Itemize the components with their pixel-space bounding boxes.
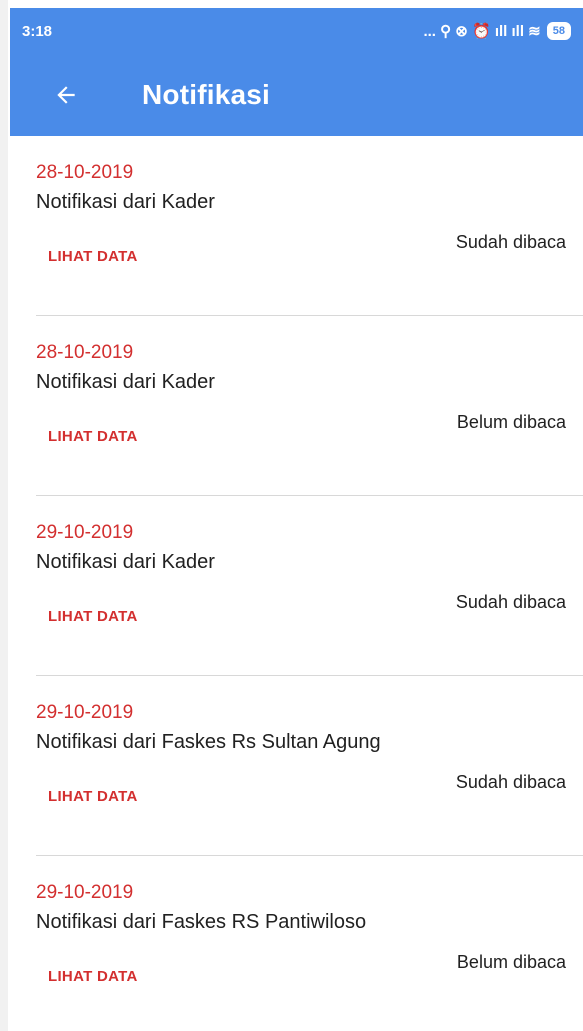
read-status: Belum dibaca: [456, 952, 566, 972]
notification-list: 28-10-2019 Notifikasi dari Kader LIHAT D…: [0, 136, 583, 1031]
page-title: Notifikasi: [142, 79, 271, 110]
lihat-data-button[interactable]: LIHAT DATA: [48, 788, 138, 805]
status-bar: 3:18 ... ⚲ ⊗ ⏰ ıll ıll ≋ 58: [10, 8, 583, 54]
status-icons: ... ⚲ ⊗ ⏰ ıll ıll ≋ 58: [423, 22, 571, 40]
list-item[interactable]: 29-10-2019 Notifikasi dari Kader LIHAT D…: [36, 496, 583, 676]
item-date: 29-10-2019: [36, 882, 134, 903]
list-item[interactable]: 29-10-2019 Notifikasi dari Faskes Rs Sul…: [36, 676, 583, 856]
arrow-left-icon: [57, 86, 75, 104]
list-item[interactable]: 28-10-2019 Notifikasi dari Kader LIHAT D…: [36, 316, 583, 496]
item-date: 29-10-2019: [36, 522, 134, 543]
read-status: Belum dibaca: [456, 412, 566, 432]
lihat-data-button[interactable]: LIHAT DATA: [48, 968, 138, 985]
lihat-data-button[interactable]: LIHAT DATA: [48, 248, 138, 265]
lihat-data-button[interactable]: LIHAT DATA: [48, 608, 138, 625]
list-item[interactable]: 29-10-2019 Notifikasi dari Faskes RS Pan…: [36, 856, 583, 1031]
item-date: 28-10-2019: [36, 162, 134, 183]
status-time: 3:18: [22, 22, 53, 40]
page: 3:18 ... ⚲ ⊗ ⏰ ıll ıll ≋ 58 Notifikasi 2…: [0, 0, 583, 1031]
item-title: Notifikasi dari Kader: [36, 551, 215, 573]
item-title: Notifikasi dari Faskes RS Pantiwiloso: [36, 911, 367, 933]
item-date: 28-10-2019: [36, 342, 134, 363]
item-title: Notifikasi dari Kader: [36, 371, 215, 393]
item-title: Notifikasi dari Faskes Rs Sultan Agung: [36, 731, 381, 753]
toolbar: Notifikasi: [10, 54, 583, 136]
app-bar: 3:18 ... ⚲ ⊗ ⏰ ıll ıll ≋ 58 Notifikasi: [10, 8, 583, 136]
battery-icon: 58: [546, 22, 571, 40]
back-button[interactable]: [46, 75, 86, 115]
status-indicator-icons: ... ⚲ ⊗ ⏰ ıll ıll ≋: [423, 23, 541, 40]
lihat-data-button[interactable]: LIHAT DATA: [48, 428, 138, 445]
read-status: Sudah dibaca: [455, 232, 566, 252]
item-title: Notifikasi dari Kader: [36, 191, 215, 213]
item-date: 29-10-2019: [36, 702, 134, 723]
list-item[interactable]: 28-10-2019 Notifikasi dari Kader LIHAT D…: [36, 136, 583, 316]
read-status: Sudah dibaca: [455, 772, 566, 792]
read-status: Sudah dibaca: [455, 592, 566, 612]
